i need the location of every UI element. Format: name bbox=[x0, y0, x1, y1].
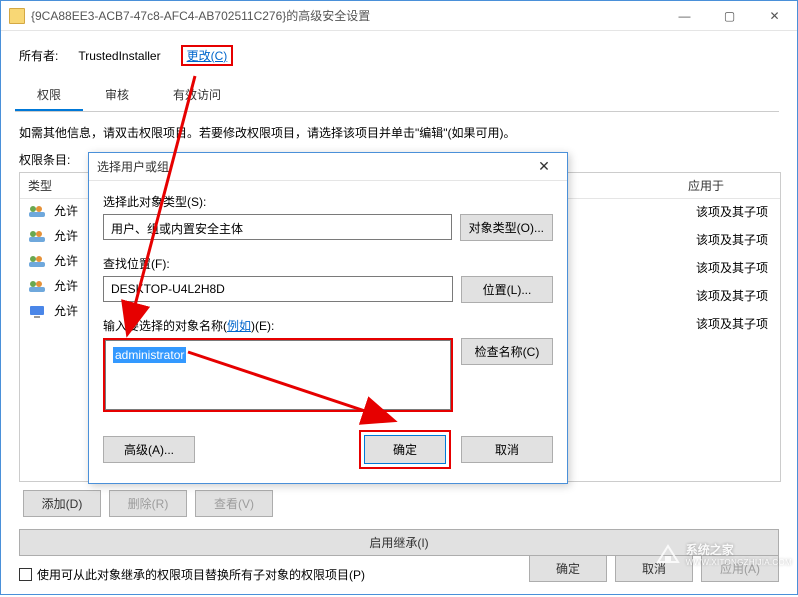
location-row: DESKTOP-U4L2H8D 位置(L)... bbox=[103, 276, 553, 303]
check-names-button[interactable]: 检查名称(C) bbox=[461, 338, 553, 365]
maximize-button[interactable]: ▢ bbox=[707, 1, 752, 31]
locations-button[interactable]: 位置(L)... bbox=[461, 276, 553, 303]
tabs: 权限 审核 有效访问 bbox=[15, 80, 779, 112]
row-apply: 该项及其子项 bbox=[696, 226, 768, 254]
name-label-pre: 输入要选择的对象名称( bbox=[103, 319, 227, 333]
close-button[interactable]: ✕ bbox=[752, 1, 797, 31]
object-name-row: administrator 检查名称(C) bbox=[103, 338, 553, 412]
row-apply: 该项及其子项 bbox=[696, 198, 768, 226]
object-type-label: 选择此对象类型(S): bbox=[103, 193, 553, 210]
users-icon bbox=[28, 254, 46, 268]
watermark-title: 系统之家 bbox=[686, 541, 792, 558]
row-type: 允许 bbox=[54, 277, 78, 294]
highlight-change-link: 更改(C) bbox=[181, 45, 234, 66]
users-icon bbox=[28, 204, 46, 218]
dialog-titlebar: 选择用户或组 ✕ bbox=[89, 153, 567, 181]
owner-row: 所有者: TrustedInstaller 更改(C) bbox=[19, 45, 779, 66]
col-apply[interactable]: 应用于 bbox=[680, 173, 780, 198]
tab-effective[interactable]: 有效访问 bbox=[151, 80, 243, 111]
window-buttons: ― ▢ ✕ bbox=[662, 1, 797, 31]
entry-buttons: 添加(D) 删除(R) 查看(V) bbox=[23, 490, 779, 517]
row-apply: 该项及其子项 bbox=[696, 282, 768, 310]
name-label-post: )(E): bbox=[251, 319, 274, 333]
dialog-title: 选择用户或组 bbox=[97, 158, 529, 175]
location-label: 查找位置(F): bbox=[103, 255, 553, 272]
owner-value: TrustedInstaller bbox=[78, 49, 160, 63]
watermark: 系统之家 WWW.XITONGZHIJIA.COM bbox=[654, 541, 792, 567]
object-type-input[interactable]: 用户、组或内置安全主体 bbox=[103, 214, 452, 240]
ok-button[interactable]: 确定 bbox=[529, 555, 607, 582]
location-input[interactable]: DESKTOP-U4L2H8D bbox=[103, 276, 453, 302]
owner-label: 所有者: bbox=[19, 47, 58, 64]
row-apply: 该项及其子项 bbox=[696, 310, 768, 338]
highlight-name-input: administrator bbox=[103, 338, 453, 412]
dialog-body: 选择此对象类型(S): 用户、组或内置安全主体 对象类型(O)... 查找位置(… bbox=[89, 181, 567, 483]
watermark-text: 系统之家 WWW.XITONGZHIJIA.COM bbox=[686, 541, 792, 567]
row-apply: 该项及其子项 bbox=[696, 254, 768, 282]
highlight-ok-button: 确定 bbox=[359, 430, 451, 469]
users-icon bbox=[28, 229, 46, 243]
advanced-button[interactable]: 高级(A)... bbox=[103, 436, 195, 463]
examples-link[interactable]: 例如 bbox=[227, 319, 251, 333]
dialog-cancel-button[interactable]: 取消 bbox=[461, 436, 553, 463]
users-icon bbox=[28, 279, 46, 293]
folder-icon bbox=[9, 8, 25, 24]
object-name-value: administrator bbox=[113, 347, 186, 363]
minimize-button[interactable]: ― bbox=[662, 1, 707, 31]
monitor-icon bbox=[28, 304, 46, 318]
hint-text: 如需其他信息，请双击权限项目。若要修改权限项目，请选择该项目并单击"编辑"(如果… bbox=[19, 124, 779, 141]
replace-children-label: 使用可从此对象继承的权限项目替换所有子对象的权限项目(P) bbox=[37, 566, 365, 583]
replace-children-checkbox[interactable] bbox=[19, 568, 32, 581]
view-button[interactable]: 查看(V) bbox=[195, 490, 273, 517]
object-types-button[interactable]: 对象类型(O)... bbox=[460, 214, 553, 241]
object-name-label: 输入要选择的对象名称(例如)(E): bbox=[103, 317, 553, 334]
apply-column-values: 该项及其子项 该项及其子项 该项及其子项 该项及其子项 该项及其子项 bbox=[696, 198, 768, 338]
row-type: 允许 bbox=[54, 252, 78, 269]
dialog-ok-button[interactable]: 确定 bbox=[364, 435, 446, 464]
row-type: 允许 bbox=[54, 227, 78, 244]
row-type: 允许 bbox=[54, 202, 78, 219]
tab-permissions[interactable]: 权限 bbox=[15, 80, 83, 111]
watermark-logo-icon bbox=[654, 542, 682, 566]
window-title: {9CA88EE3-ACB7-47c8-AFC4-AB702511C276}的高… bbox=[31, 7, 662, 24]
dialog-close-button[interactable]: ✕ bbox=[529, 158, 559, 175]
row-type: 允许 bbox=[54, 302, 78, 319]
remove-button[interactable]: 删除(R) bbox=[109, 490, 187, 517]
object-name-input[interactable]: administrator bbox=[105, 340, 451, 410]
watermark-url: WWW.XITONGZHIJIA.COM bbox=[686, 558, 792, 567]
select-user-dialog: 选择用户或组 ✕ 选择此对象类型(S): 用户、组或内置安全主体 对象类型(O)… bbox=[88, 152, 568, 484]
tab-audit[interactable]: 审核 bbox=[83, 80, 151, 111]
object-type-row: 用户、组或内置安全主体 对象类型(O)... bbox=[103, 214, 553, 241]
change-owner-link[interactable]: 更改(C) bbox=[183, 47, 232, 65]
add-button[interactable]: 添加(D) bbox=[23, 490, 101, 517]
titlebar: {9CA88EE3-ACB7-47c8-AFC4-AB702511C276}的高… bbox=[1, 1, 797, 31]
dialog-footer: 高级(A)... 确定 取消 bbox=[103, 430, 553, 469]
